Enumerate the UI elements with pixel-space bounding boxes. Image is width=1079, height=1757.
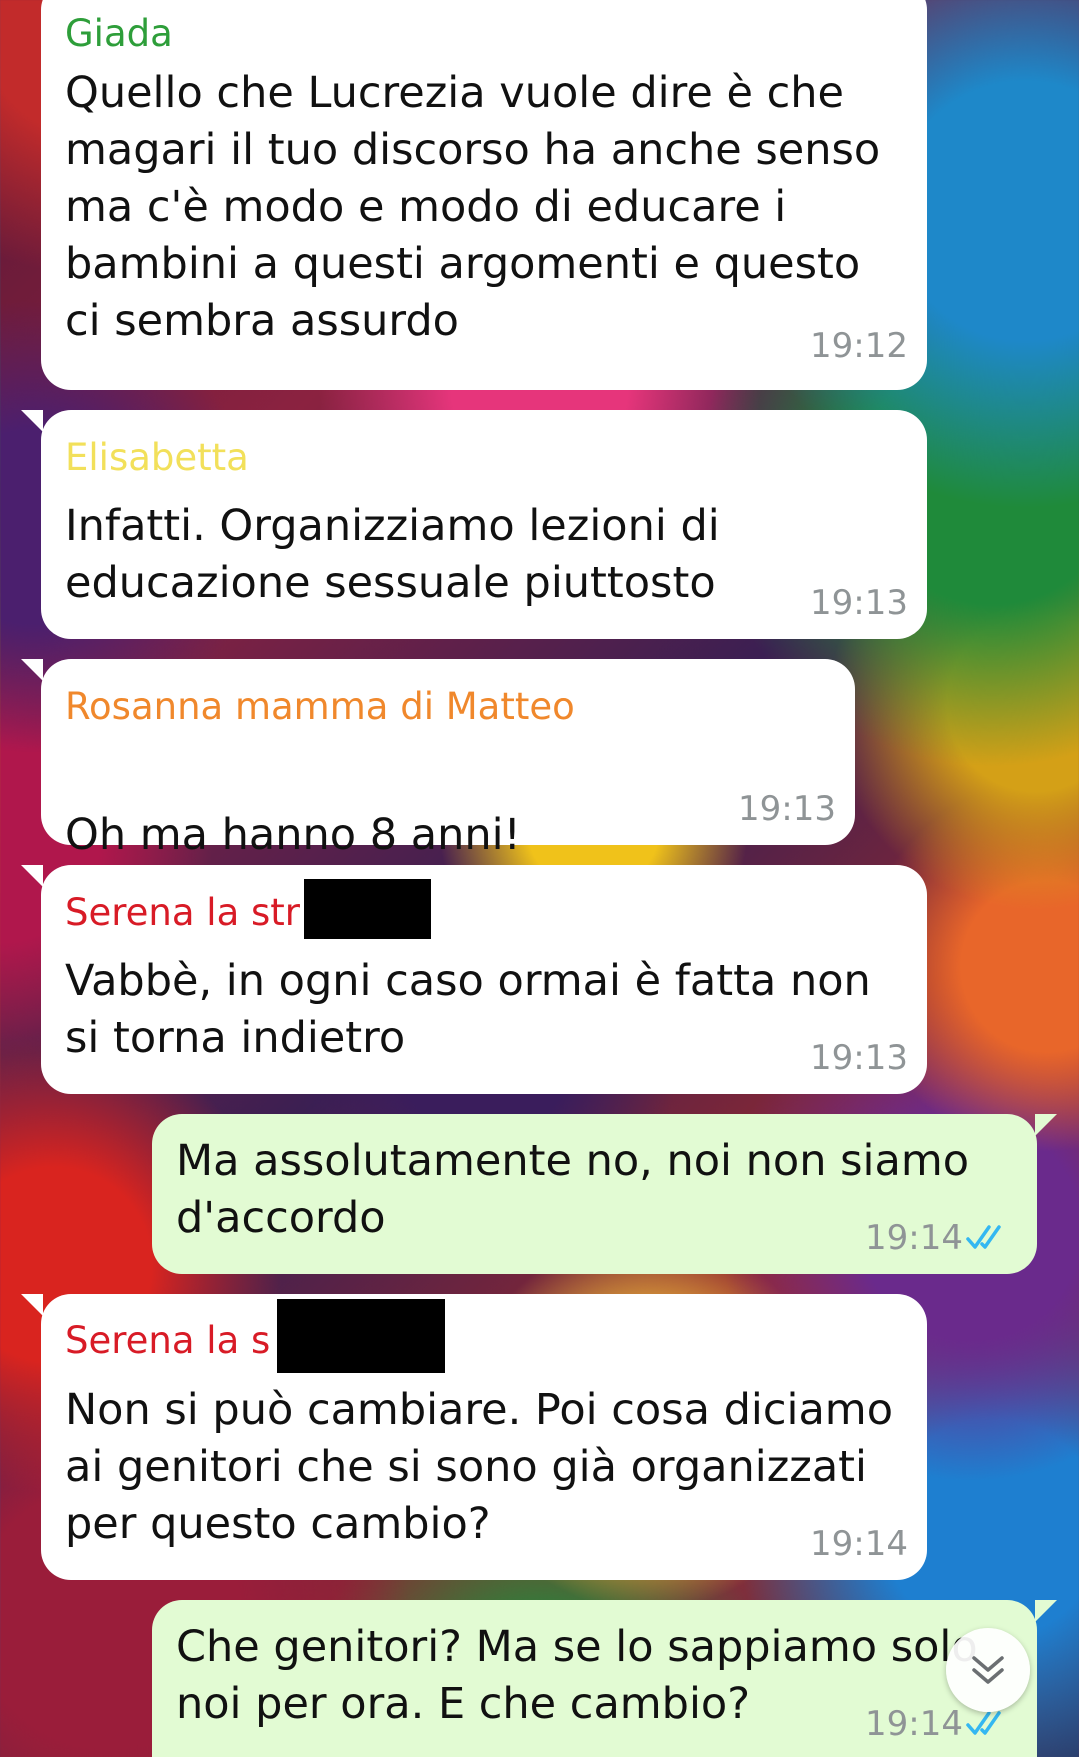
message-bubble-serena-1[interactable]: Serena la str Vabbè, in ogni caso ormai … [21, 865, 927, 1094]
redaction-box [277, 1299, 445, 1373]
message-text: Che genitori? Ma se lo sappiamo solo noi… [176, 1622, 978, 1729]
message-bubble-outgoing-2[interactable]: Che genitori? Ma se lo sappiamo solo noi… [152, 1600, 1057, 1757]
message-time: 19:13 [810, 583, 908, 623]
double-chevron-down-icon [972, 1656, 1004, 1684]
sender-name[interactable]: Giada [65, 12, 173, 56]
message-time: 19:13 [738, 789, 836, 829]
message-bubble-rosanna[interactable]: Rosanna mamma di Matteo Oh ma hanno 8 an… [21, 659, 855, 926]
bubble-tail [21, 865, 43, 887]
bubble-tail [1035, 1600, 1057, 1622]
message-bubble-outgoing-1[interactable]: Ma assolutamente no, noi non siamo d'acc… [152, 1114, 1057, 1274]
message-text-content: Oh ma hanno 8 anni! [65, 810, 521, 860]
sender-name[interactable]: Serena la s [65, 1319, 270, 1363]
bubble-tail [21, 659, 43, 681]
sender-name[interactable]: Elisabetta [65, 436, 249, 480]
scroll-to-bottom-button[interactable] [946, 1628, 1030, 1712]
message-bubble-giada[interactable]: Giada Quello che Lucrezia vuole dire è c… [41, 0, 927, 390]
message-text: Quello che Lucrezia vuole dire è che mag… [65, 68, 881, 346]
sender-name[interactable]: Serena la str [65, 891, 300, 935]
bubble-tail [1035, 1114, 1057, 1136]
double-check-read-icon [966, 1225, 1001, 1249]
message-time: 19:13 [810, 1038, 908, 1078]
bubble-tail [21, 1294, 43, 1316]
message-text: Non si può cambiare. Poi cosa diciamo ai… [65, 1385, 894, 1549]
message-text: Infatti. Organizziamo lezioni di educazi… [65, 501, 720, 608]
message-time: 19:14 [865, 1218, 963, 1258]
message-time: 19:14 [810, 1524, 908, 1564]
sender-name[interactable]: Rosanna mamma di Matteo [65, 685, 575, 729]
message-text: Ma assolutamente no, noi non siamo d'acc… [176, 1136, 970, 1243]
redaction-box [304, 879, 431, 939]
message-time: 19:14 [865, 1704, 963, 1744]
message-bubble-elisabetta[interactable]: Elisabetta Infatti. Organizziamo lezioni… [21, 410, 927, 639]
bubble-tail [21, 410, 43, 432]
double-check-read-icon [966, 1711, 1001, 1735]
message-text: Vabbè, in ogni caso ormai è fatta non si… [65, 956, 871, 1063]
message-time: 19:12 [810, 326, 908, 366]
message-bubble-serena-2[interactable]: Serena la s Non si può cambiare. Poi cos… [21, 1294, 927, 1580]
